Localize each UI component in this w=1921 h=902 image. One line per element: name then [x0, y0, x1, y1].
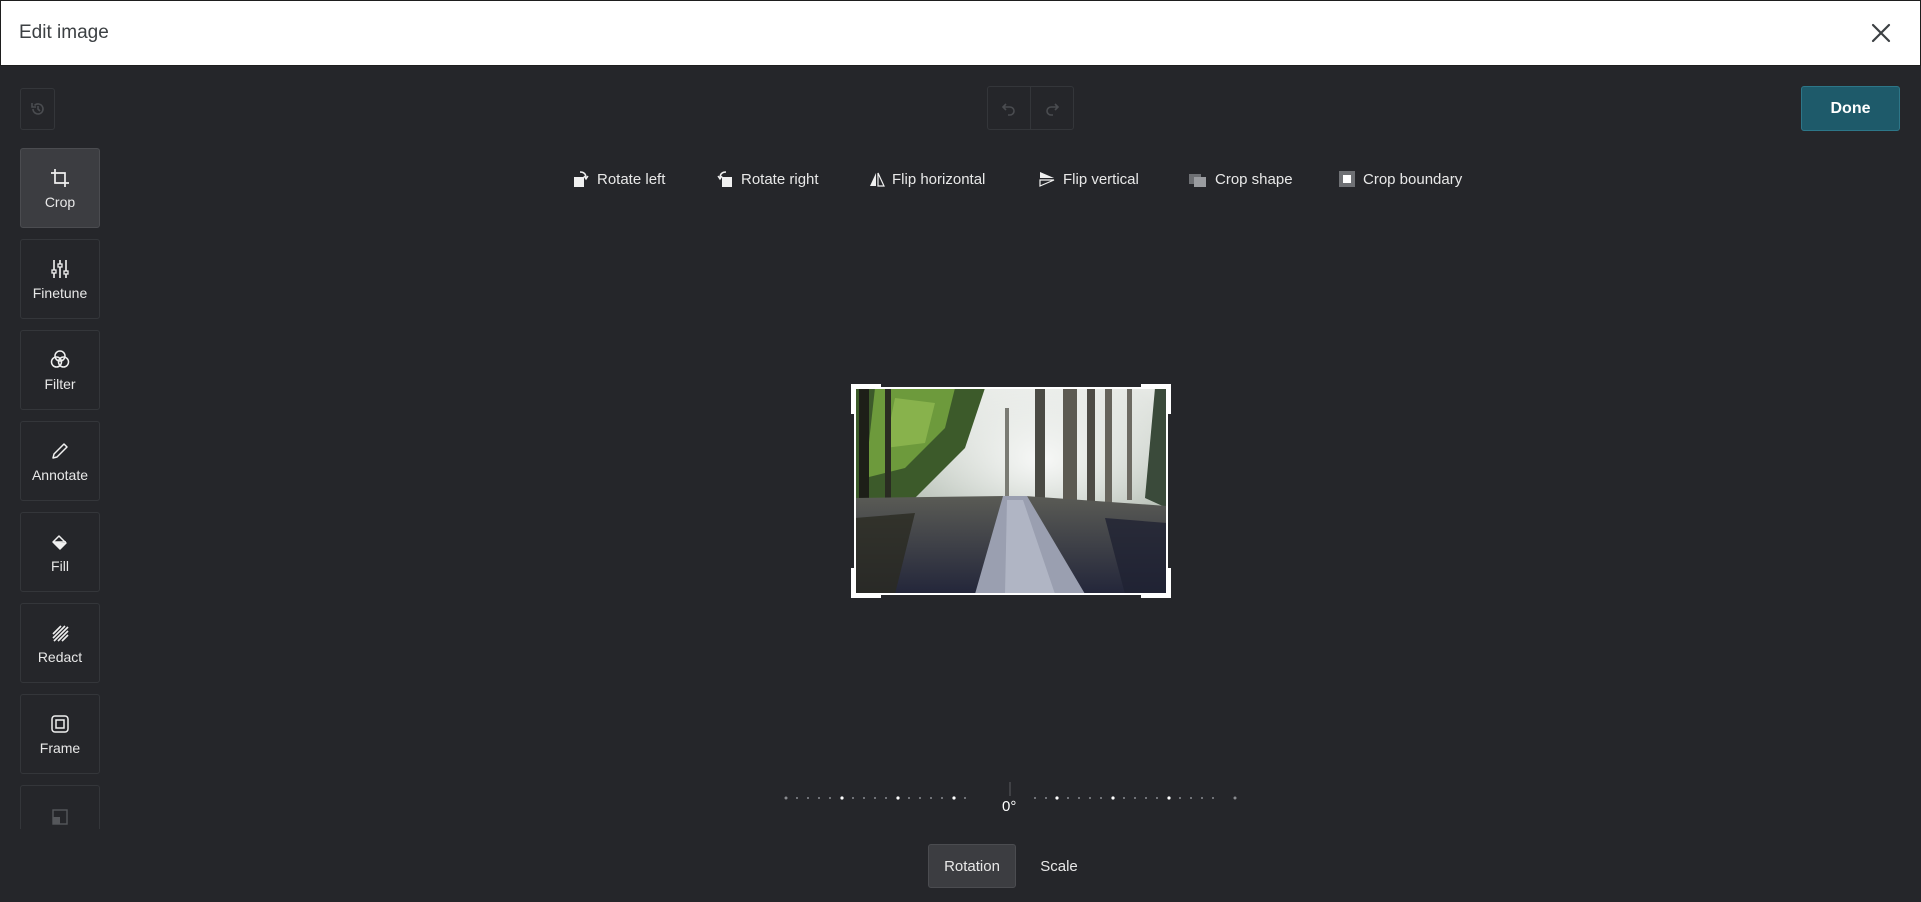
crop-shape-icon	[1189, 174, 1206, 187]
flip-vertical-button[interactable]: Flip vertical	[1038, 167, 1139, 191]
rotate-right-button[interactable]: Rotate right	[716, 167, 819, 191]
redo-button[interactable]	[1030, 87, 1073, 129]
dialog-title: Edit image	[19, 22, 109, 43]
tool-label: Redact	[37, 649, 83, 665]
tool-label: Finetune	[32, 285, 88, 301]
action-label: Rotate left	[597, 170, 666, 188]
history-button[interactable]	[20, 88, 55, 130]
undo-redo-group	[987, 86, 1074, 130]
action-label: Flip vertical	[1063, 170, 1139, 188]
sliders-icon	[49, 258, 71, 280]
done-button[interactable]: Done	[1801, 86, 1900, 131]
crop-boundary-icon	[1339, 171, 1355, 187]
tool-finetune[interactable]: Finetune	[20, 239, 100, 319]
tool-more[interactable]	[20, 785, 100, 829]
tool-label: Fill	[51, 558, 69, 574]
tool-crop[interactable]: Crop	[20, 148, 100, 228]
action-label: Crop boundary	[1363, 170, 1463, 188]
crop-icon	[49, 167, 71, 189]
undo-icon	[1001, 103, 1015, 116]
flip-vertical-icon	[1039, 172, 1055, 187]
action-label: Crop shape	[1215, 170, 1293, 188]
crop-handles[interactable]	[851, 384, 1171, 598]
tool-label: Frame	[39, 740, 81, 756]
image-preview[interactable]	[851, 384, 1171, 598]
crop-boundary-button[interactable]: Crop boundary	[1338, 167, 1462, 191]
rotate-left-icon	[574, 171, 589, 187]
undo-button[interactable]	[988, 87, 1030, 129]
resize-icon	[50, 806, 70, 828]
image-editor: Edit image Done Crop Finetune Filter Ann…	[0, 0, 1921, 902]
tool-frame[interactable]: Frame	[20, 694, 100, 774]
tool-label: Annotate	[31, 467, 89, 483]
flip-horizontal-icon	[870, 172, 885, 187]
rotate-right-icon	[717, 171, 732, 187]
tool-redact[interactable]: Redact	[20, 603, 100, 683]
action-label: Rotate right	[741, 170, 819, 188]
tab-scale[interactable]: Scale	[1022, 844, 1096, 888]
editor-canvas: Done Crop Finetune Filter Annotate Fill …	[0, 66, 1921, 902]
editor-header: Edit image	[0, 0, 1921, 66]
tool-annotate[interactable]: Annotate	[20, 421, 100, 501]
close-icon[interactable]	[1866, 18, 1896, 48]
tool-fill[interactable]: Fill	[20, 512, 100, 592]
fill-bucket-icon	[49, 531, 71, 553]
tab-rotation[interactable]: Rotation	[928, 844, 1016, 888]
flip-horizontal-button[interactable]: Flip horizontal	[869, 167, 985, 191]
rotation-value: 0°	[1002, 798, 1017, 815]
redact-icon	[49, 622, 71, 644]
crop-shape-button[interactable]: Crop shape	[1188, 167, 1293, 191]
history-icon	[30, 103, 44, 115]
filter-icon	[49, 349, 71, 371]
tool-label: Filter	[44, 376, 76, 392]
redo-icon	[1046, 103, 1060, 116]
tool-label: Crop	[44, 194, 76, 210]
pencil-icon	[49, 440, 71, 462]
frame-icon	[49, 713, 71, 735]
action-label: Flip horizontal	[892, 170, 986, 188]
tool-filter[interactable]: Filter	[20, 330, 100, 410]
rotate-left-button[interactable]: Rotate left	[572, 167, 665, 191]
